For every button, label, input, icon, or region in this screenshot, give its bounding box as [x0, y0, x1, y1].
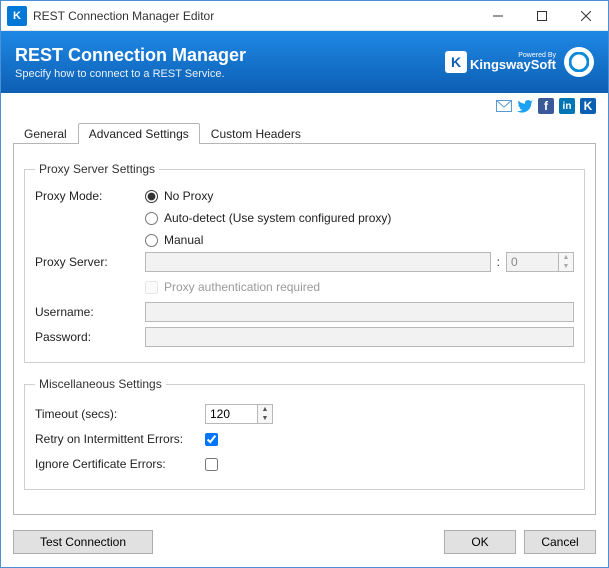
- timeout-up-icon[interactable]: ▲: [258, 405, 272, 414]
- vendor-logo: K Powered By KingswaySoft: [445, 51, 556, 73]
- linkedin-icon[interactable]: in: [559, 98, 575, 114]
- test-connection-button[interactable]: Test Connection: [13, 530, 153, 554]
- proxy-server-input: [145, 252, 491, 272]
- close-button[interactable]: [564, 1, 608, 30]
- banner-title: REST Connection Manager: [15, 45, 246, 66]
- vendor-name: KingswaySoft: [470, 57, 556, 72]
- window-controls: [476, 1, 608, 30]
- timeout-stepper[interactable]: ▲ ▼: [205, 404, 273, 424]
- tab-strip: General Advanced Settings Custom Headers: [1, 121, 608, 143]
- proxy-username-label: Username:: [35, 305, 145, 319]
- maximize-icon: [537, 11, 547, 21]
- proxy-mode-auto-detect[interactable]: Auto-detect (Use system configured proxy…: [145, 211, 391, 225]
- proxy-username-input: [145, 302, 574, 322]
- timeout-label: Timeout (secs):: [35, 407, 205, 421]
- proxy-port-stepper: ▲ ▼: [506, 252, 574, 272]
- cancel-button[interactable]: Cancel: [524, 530, 596, 554]
- twitter-icon[interactable]: [517, 98, 533, 114]
- misc-settings-legend: Miscellaneous Settings: [35, 377, 166, 391]
- timeout-down-icon[interactable]: ▼: [258, 414, 272, 423]
- titlebar: K REST Connection Manager Editor: [1, 1, 608, 31]
- radio-manual-label: Manual: [164, 233, 203, 247]
- minimize-button[interactable]: [476, 1, 520, 30]
- email-icon[interactable]: [496, 98, 512, 114]
- window-title: REST Connection Manager Editor: [33, 9, 476, 23]
- window-root: K REST Connection Manager Editor REST Co…: [0, 0, 609, 568]
- proxy-password-input: [145, 327, 574, 347]
- header-banner: REST Connection Manager Specify how to c…: [1, 31, 608, 93]
- proxy-auth-label: Proxy authentication required: [164, 280, 320, 294]
- proxy-port-up-icon: ▲: [559, 253, 573, 262]
- tab-advanced-settings[interactable]: Advanced Settings: [78, 123, 200, 144]
- proxy-port-separator: :: [497, 255, 500, 269]
- dialog-button-bar: Test Connection OK Cancel: [1, 525, 608, 567]
- kingswaysoft-icon[interactable]: K: [580, 98, 596, 114]
- retry-checkbox[interactable]: [205, 433, 218, 446]
- proxy-settings-group: Proxy Server Settings Proxy Mode: No Pro…: [24, 162, 585, 363]
- radio-auto-detect[interactable]: [145, 212, 158, 225]
- banner-subtitle: Specify how to connect to a REST Service…: [15, 68, 246, 80]
- proxy-server-label: Proxy Server:: [35, 255, 145, 269]
- proxy-password-label: Password:: [35, 330, 145, 344]
- proxy-mode-label: Proxy Mode:: [35, 189, 145, 203]
- vendor-logo-icon: K: [445, 51, 467, 73]
- proxy-mode-no-proxy[interactable]: No Proxy: [145, 189, 391, 203]
- maximize-button[interactable]: [520, 1, 564, 30]
- social-links-row: f in K: [1, 93, 608, 117]
- tab-panel-advanced: Proxy Server Settings Proxy Mode: No Pro…: [13, 143, 596, 515]
- tab-custom-headers[interactable]: Custom Headers: [200, 123, 312, 144]
- app-icon: K: [7, 6, 27, 26]
- ok-button[interactable]: OK: [444, 530, 516, 554]
- close-icon: [581, 11, 591, 21]
- ignore-cert-checkbox[interactable]: [205, 458, 218, 471]
- misc-settings-group: Miscellaneous Settings Timeout (secs): ▲…: [24, 377, 585, 490]
- ignore-cert-label: Ignore Certificate Errors:: [35, 457, 205, 471]
- radio-no-proxy[interactable]: [145, 190, 158, 203]
- proxy-port-down-icon: ▼: [559, 262, 573, 271]
- proxy-auth-checkbox: [145, 281, 158, 294]
- tab-general[interactable]: General: [13, 123, 78, 144]
- minimize-icon: [493, 11, 503, 21]
- radio-no-proxy-label: No Proxy: [164, 189, 213, 203]
- facebook-icon[interactable]: f: [538, 98, 554, 114]
- retry-label: Retry on Intermittent Errors:: [35, 432, 205, 446]
- proxy-port-input: [506, 252, 558, 272]
- product-icon: [564, 47, 594, 77]
- proxy-settings-legend: Proxy Server Settings: [35, 162, 159, 176]
- cloud-circle-icon: [569, 52, 589, 72]
- timeout-input[interactable]: [205, 404, 257, 424]
- radio-auto-detect-label: Auto-detect (Use system configured proxy…: [164, 211, 391, 225]
- radio-manual[interactable]: [145, 234, 158, 247]
- proxy-mode-manual[interactable]: Manual: [145, 233, 391, 247]
